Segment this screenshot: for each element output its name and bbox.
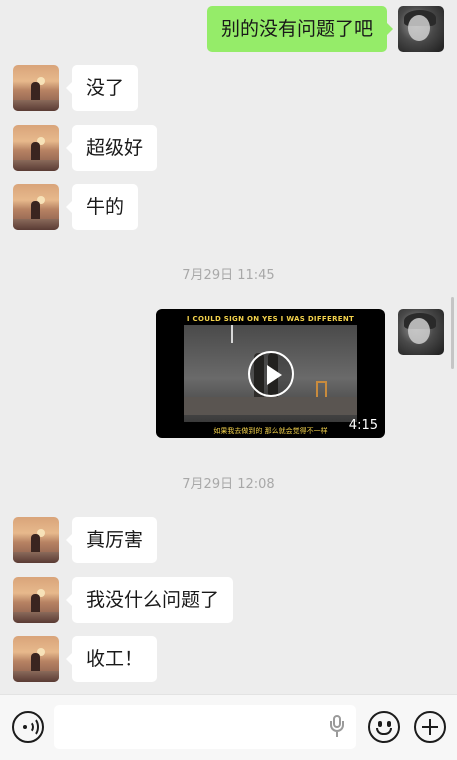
video-prop bbox=[231, 325, 233, 343]
message-bubble-received[interactable]: 没了 bbox=[65, 65, 139, 111]
contact-avatar[interactable] bbox=[13, 636, 59, 682]
message-bubble-received[interactable]: 超级好 bbox=[65, 125, 158, 171]
timestamp: 7月29日 11:45 bbox=[182, 268, 275, 283]
message-bubble-received[interactable]: 我没什么问题了 bbox=[65, 577, 234, 623]
emoji-icon[interactable] bbox=[368, 711, 400, 743]
chat-area[interactable]: 别的没有问题了吧 没了 超级好 牛的 7月29日 11:45 I COULD S… bbox=[0, 0, 457, 694]
message-row: 真厉害 bbox=[0, 517, 457, 563]
timestamp: 7月29日 12:08 bbox=[182, 477, 275, 492]
my-avatar[interactable] bbox=[398, 309, 444, 355]
message-row: 没了 bbox=[0, 65, 457, 111]
message-row: 我没什么问题了 bbox=[0, 577, 457, 623]
play-icon[interactable] bbox=[248, 351, 294, 397]
mic-icon[interactable] bbox=[330, 715, 344, 739]
contact-avatar[interactable] bbox=[13, 517, 59, 563]
message-row: 收工！ bbox=[0, 636, 457, 682]
plus-icon[interactable] bbox=[414, 711, 446, 743]
message-input[interactable] bbox=[54, 705, 356, 749]
video-message[interactable]: I COULD SIGN ON YES I WAS DIFFERENT 如果我去… bbox=[156, 309, 385, 438]
contact-avatar[interactable] bbox=[13, 65, 59, 111]
video-chair bbox=[316, 381, 327, 397]
my-avatar[interactable] bbox=[398, 6, 444, 52]
video-caption-top: I COULD SIGN ON YES I WAS DIFFERENT bbox=[186, 315, 355, 323]
message-row: 别的没有问题了吧 bbox=[0, 6, 457, 52]
video-stage bbox=[184, 397, 357, 415]
voice-icon[interactable] bbox=[12, 711, 44, 743]
message-bubble-received[interactable]: 牛的 bbox=[65, 184, 139, 230]
scrollbar[interactable] bbox=[451, 297, 454, 369]
contact-avatar[interactable] bbox=[13, 577, 59, 623]
message-bubble-sent[interactable]: 别的没有问题了吧 bbox=[206, 6, 394, 52]
message-row: 超级好 bbox=[0, 125, 457, 171]
message-bubble-received[interactable]: 真厉害 bbox=[65, 517, 158, 563]
contact-avatar[interactable] bbox=[13, 184, 59, 230]
contact-avatar[interactable] bbox=[13, 125, 59, 171]
message-bubble-received[interactable]: 收工！ bbox=[65, 636, 158, 682]
message-row: 牛的 bbox=[0, 184, 457, 230]
input-bar bbox=[0, 694, 457, 760]
video-duration: 4:15 bbox=[348, 418, 378, 433]
